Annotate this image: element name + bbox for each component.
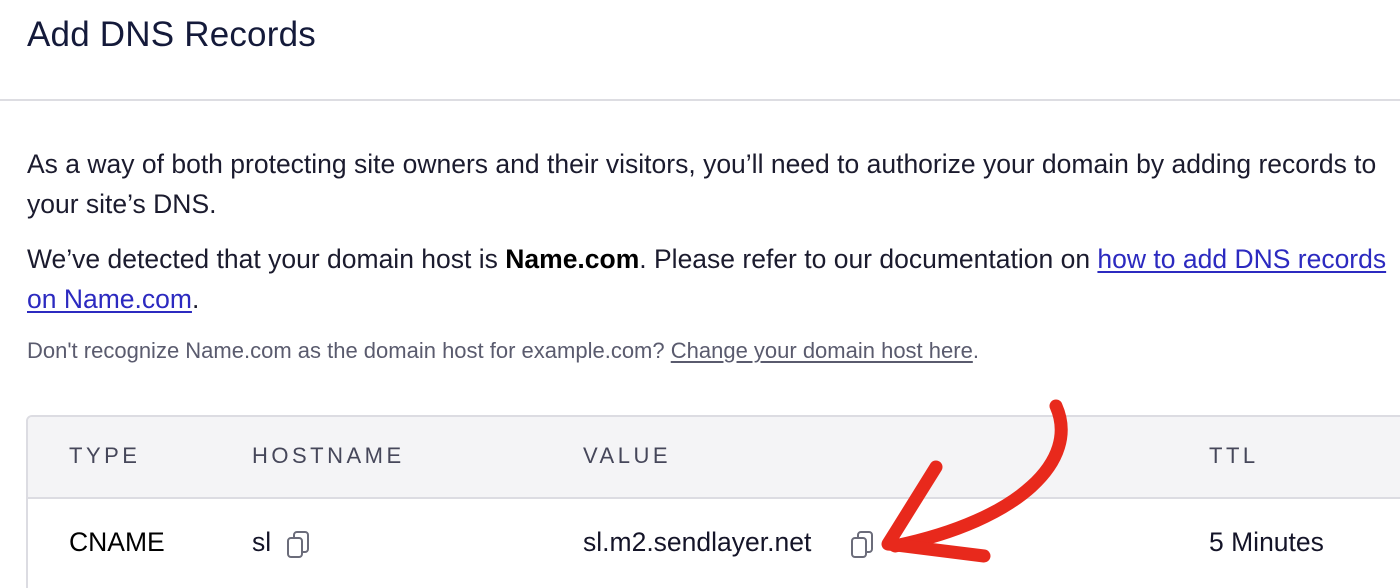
copy-value-button[interactable] [850, 530, 876, 560]
detected-suffix: . [191, 284, 200, 314]
record-type: CNAME [69, 527, 165, 557]
column-header-ttl: TTL [1209, 443, 1259, 468]
page-title: Add DNS Records [27, 15, 316, 54]
dns-records-table: TYPE HOSTNAME VALUE TTL CNAME sl sl.m2.s… [26, 415, 1400, 588]
page-header: Add DNS Records [0, 0, 1400, 101]
column-header-hostname: HOSTNAME [252, 443, 405, 468]
change-host-link[interactable]: Change your domain host here [671, 338, 973, 363]
copy-icon [287, 531, 309, 558]
note-prefix: Don't recognize Name.com as the domain h… [27, 338, 671, 363]
host-note: Don't recognize Name.com as the domain h… [27, 335, 979, 367]
record-ttl: 5 Minutes [1209, 527, 1324, 557]
copy-hostname-button[interactable] [286, 530, 312, 560]
record-value: sl.m2.sendlayer.net [583, 527, 812, 557]
dns-records-page: Add DNS Records As a way of both protect… [0, 0, 1400, 588]
detected-host-name: Name.com [505, 244, 640, 274]
column-header-value: VALUE [583, 443, 672, 468]
copy-icon [851, 531, 873, 558]
detected-prefix: We’ve detected that your domain host is [27, 244, 506, 274]
column-header-type: TYPE [69, 443, 141, 468]
table-header-row: TYPE HOSTNAME VALUE TTL [28, 417, 1400, 499]
record-hostname: sl [252, 527, 272, 557]
detected-middle: . Please refer to our documentation on [639, 244, 1098, 274]
note-suffix: . [972, 338, 979, 363]
detected-host-text: We’ve detected that your domain host is … [27, 239, 1387, 319]
intro-text: As a way of both protecting site owners … [27, 149, 1377, 219]
